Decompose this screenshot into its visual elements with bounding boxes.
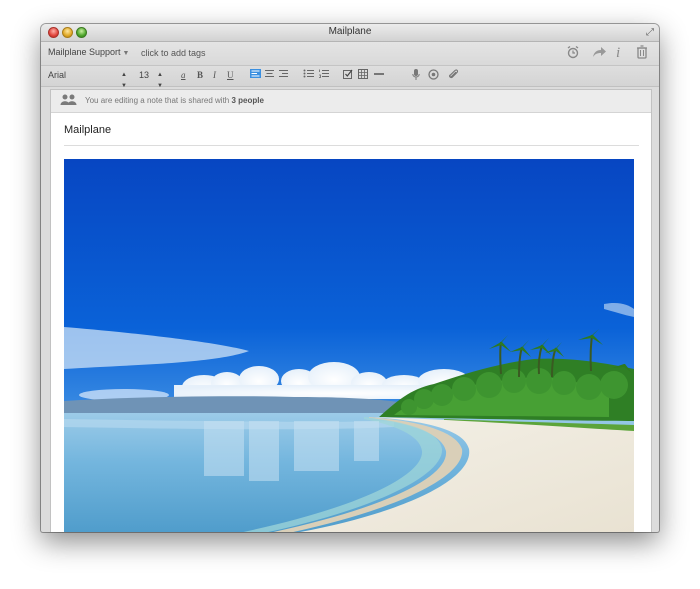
tags-field[interactable]: click to add tags (141, 48, 206, 58)
font-size-value: 13 (139, 70, 150, 80)
chevron-down-icon: ▼ (122, 50, 130, 57)
account-selector[interactable]: Mailplane Support ▼ (48, 47, 129, 57)
attachment-icon[interactable] (448, 69, 459, 83)
shared-note-prefix: You are editing a note that is shared wi… (85, 96, 230, 105)
align-left-icon[interactable] (250, 69, 261, 81)
title-divider (64, 145, 639, 146)
trash-icon[interactable] (636, 45, 648, 62)
bulleted-list-icon[interactable] (303, 69, 314, 81)
font-family-value: Arial (48, 70, 67, 80)
fullscreen-icon[interactable]: ⤢ (646, 27, 654, 38)
app-window: Mailplane ⤢ Mailplane Support ▼ click to … (41, 24, 659, 532)
note-toolbar: Mailplane Support ▼ click to add tags i (41, 42, 659, 66)
align-center-icon[interactable] (264, 69, 275, 81)
title-bar: Mailplane ⤢ (41, 24, 659, 42)
font-color-button[interactable]: a (181, 69, 186, 81)
shared-note-text: You are editing a note that is shared wi… (85, 96, 264, 105)
horizontal-rule-icon[interactable] (374, 69, 384, 82)
note-editor[interactable]: You are editing a note that is shared wi… (50, 89, 652, 532)
underline-button[interactable]: U (227, 69, 234, 81)
align-right-icon[interactable] (278, 69, 289, 81)
account-label: Mailplane Support (48, 47, 121, 57)
shared-note-banner: You are editing a note that is shared wi… (51, 90, 651, 113)
checkbox-icon[interactable] (343, 69, 353, 82)
shared-people-count[interactable]: 3 people (231, 96, 263, 105)
window-title: Mailplane (328, 26, 372, 37)
bold-button[interactable]: B (197, 69, 203, 81)
font-size-select[interactable]: 13 ▲ ▼ (139, 70, 163, 89)
microphone-icon[interactable] (412, 69, 420, 83)
table-icon[interactable] (358, 69, 368, 82)
formatting-toolbar: Arial ▲ ▼ 13 ▲ ▼ a B I U (41, 66, 659, 89)
info-icon[interactable]: i (616, 45, 620, 61)
font-family-select[interactable]: Arial ▲ ▼ (48, 70, 127, 89)
numbered-list-icon[interactable] (318, 69, 329, 81)
camera-icon[interactable] (428, 69, 439, 83)
beach-image[interactable] (64, 159, 634, 532)
reminder-alarm-icon[interactable] (566, 45, 580, 62)
share-forward-icon[interactable] (591, 45, 607, 62)
people-icon (60, 94, 78, 108)
italic-button[interactable]: I (213, 69, 216, 81)
note-title[interactable]: Mailplane (64, 124, 111, 136)
